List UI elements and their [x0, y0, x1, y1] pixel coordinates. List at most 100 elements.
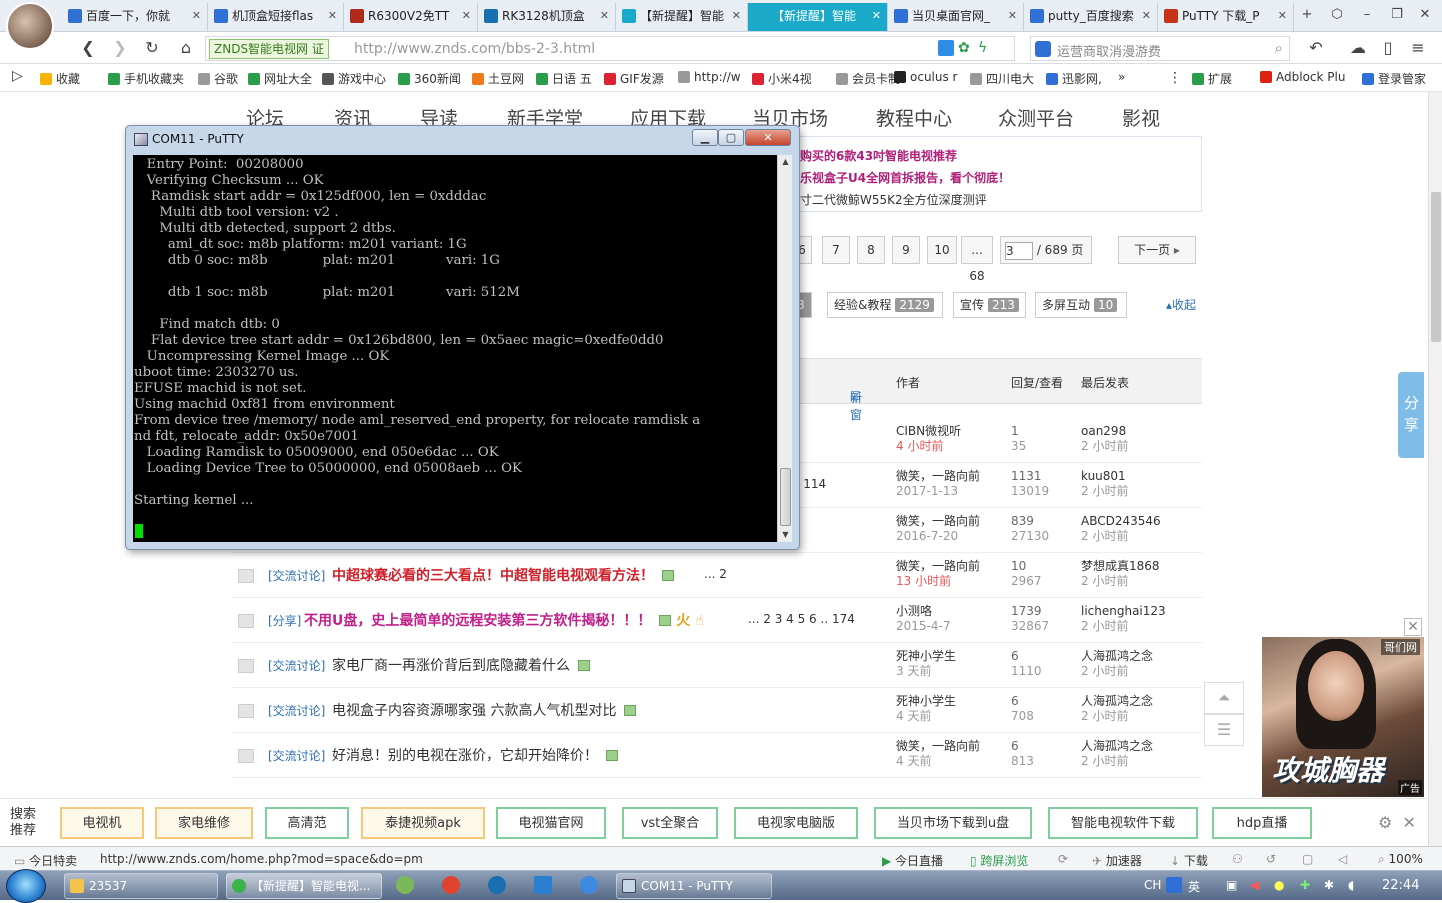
- start-button[interactable]: [6, 869, 46, 903]
- last-post-user[interactable]: oan298: [1081, 424, 1126, 438]
- bookmark-item[interactable]: 日语 五: [536, 70, 592, 87]
- tab-close-icon[interactable]: ✕: [600, 3, 609, 29]
- scroll-down-icon[interactable]: ▼: [778, 528, 793, 542]
- tab-close-icon[interactable]: ✕: [462, 3, 471, 29]
- last-post-user[interactable]: 人海孤鸿之念: [1081, 739, 1153, 753]
- bookmark-item[interactable]: 游戏中心: [322, 70, 386, 87]
- tab-6[interactable]: 【新提醒】智能 ✕: [748, 3, 888, 31]
- bookmark-item[interactable]: GIF发源: [604, 70, 664, 87]
- forward-icon[interactable]: ❯: [108, 36, 132, 60]
- bookmarks-more-icon[interactable]: »: [1118, 70, 1125, 84]
- history-icon[interactable]: ⟳: [1058, 852, 1068, 866]
- last-post-user[interactable]: 梦想成真1868: [1081, 559, 1160, 573]
- bookmark-item[interactable]: 小米4视: [752, 70, 812, 87]
- author-name[interactable]: 微笑，一路向前: [896, 739, 980, 753]
- tab-8[interactable]: putty_百度搜索 ✕: [1024, 3, 1158, 31]
- last-post-user[interactable]: lichenghai123: [1081, 604, 1166, 618]
- tray-volume-icon[interactable]: ◖: [1348, 878, 1354, 892]
- promo-link[interactable]: 寸二代微鲸W55K2全方位深度测评: [800, 191, 987, 208]
- bookmark-item[interactable]: 迅影网,: [1046, 70, 1102, 87]
- back-to-top-icon[interactable]: ⏶: [1204, 682, 1244, 714]
- author-name[interactable]: 微笑，一路向前: [896, 559, 980, 573]
- tab-close-icon[interactable]: ✕: [1008, 3, 1017, 29]
- thread-row[interactable]: [交流讨论] 好消息！别的电视在涨价，它却开始降价！ 微笑，一路向前 4 天前 6 813…: [232, 733, 1202, 778]
- thread-pages[interactable]: ... 2: [704, 567, 727, 581]
- tray-app-icon[interactable]: ✚: [1300, 878, 1310, 892]
- quicklaunch-store-icon[interactable]: [534, 876, 552, 894]
- putty-window[interactable]: COM11 - PuTTY ▁ ▢ ✕ Entry Point: 0020800…: [125, 125, 800, 550]
- undo-icon[interactable]: ↶: [1304, 36, 1328, 60]
- daily-deals-link[interactable]: ▭ 今日特卖: [14, 852, 77, 869]
- close-icon[interactable]: ✕: [1410, 4, 1440, 26]
- bookmark-item[interactable]: 谷歌: [198, 70, 238, 87]
- cloud-icon[interactable]: ☁: [1346, 36, 1370, 60]
- recommend-settings-icon[interactable]: ⚙: [1378, 813, 1392, 832]
- terminal-scrollbar[interactable]: ▲ ▼: [777, 155, 792, 542]
- recommend-item[interactable]: 当贝市场下载到u盘: [874, 807, 1032, 839]
- putty-minimize-icon[interactable]: ▁: [692, 129, 718, 146]
- window-icon[interactable]: ▢: [1302, 852, 1313, 866]
- bookmark-item[interactable]: 土豆网: [472, 70, 524, 87]
- last-post-user[interactable]: ABCD243546: [1081, 514, 1161, 528]
- sidebar-toggle-icon[interactable]: ▷: [12, 68, 23, 84]
- bookmark-item[interactable]: http://w: [678, 70, 741, 84]
- site-verified-badge[interactable]: ZNDS智能电视网 证: [209, 39, 329, 59]
- thread-title[interactable]: 好消息！别的电视在涨价，它却开始降价！: [332, 745, 618, 765]
- quicklaunch-player-icon[interactable]: [580, 876, 598, 894]
- tab-9[interactable]: PuTTY 下载_P ✕: [1158, 3, 1294, 31]
- adblock-button[interactable]: Adblock Plu: [1260, 70, 1345, 84]
- category-filter[interactable]: 宣传 213: [953, 292, 1026, 318]
- bookmark-item[interactable]: 手机收藏夹: [108, 70, 184, 87]
- recommend-item[interactable]: vst全聚合: [622, 807, 718, 839]
- home-icon[interactable]: ⌂: [174, 36, 198, 60]
- tab-5[interactable]: 【新提醒】智能 ✕: [616, 3, 748, 31]
- taskbar-item-folder[interactable]: 23537: [64, 873, 218, 899]
- tray-antivirus-icon[interactable]: ◀: [1250, 878, 1259, 892]
- tab-close-icon[interactable]: ✕: [732, 3, 741, 29]
- next-page-button[interactable]: 下一页 ▸: [1118, 236, 1196, 264]
- last-post-user[interactable]: 人海孤鸿之念: [1081, 694, 1153, 708]
- translate-icon[interactable]: [938, 40, 954, 56]
- recommend-item[interactable]: 电视家电脑版: [734, 807, 858, 839]
- search-icon[interactable]: ⌕: [1275, 39, 1283, 57]
- accelerator-link[interactable]: ✈ 加速器: [1092, 852, 1142, 869]
- tray-bluetooth-icon[interactable]: ✱: [1324, 878, 1334, 892]
- user-avatar[interactable]: [6, 2, 54, 50]
- thread-tag[interactable]: [交流讨论]: [268, 702, 325, 719]
- author-name[interactable]: 死神小学生: [896, 649, 956, 663]
- quicklaunch-k-icon[interactable]: [488, 876, 506, 894]
- scroll-up-icon[interactable]: ▲: [778, 155, 793, 169]
- putty-maximize-icon[interactable]: ▢: [718, 129, 744, 146]
- tab-7[interactable]: 当贝桌面官网_ ✕: [888, 3, 1024, 31]
- thread-row[interactable]: [分享] 不用U盘，史上最简单的远程安装第三方软件揭秘！！！ 火 ☝ ... 2 3…: [232, 598, 1202, 643]
- tab-close-icon[interactable]: ✕: [328, 3, 337, 29]
- security-icon[interactable]: ✿: [958, 40, 974, 56]
- bookmark-item[interactable]: 收藏: [40, 70, 80, 87]
- author-name[interactable]: 死神小学生: [896, 694, 956, 708]
- thread-title[interactable]: 中超球赛必看的三大看点！中超智能电视观看方法！: [332, 565, 674, 585]
- recommend-item[interactable]: 电视机: [60, 807, 144, 839]
- recommend-item[interactable]: 家电维修: [155, 807, 253, 839]
- collapse-link[interactable]: ▴收起: [1166, 296, 1196, 313]
- page-9-button[interactable]: 9: [892, 236, 920, 264]
- restore-icon[interactable]: ↺: [1266, 852, 1276, 866]
- tab-1[interactable]: 百度一下，你就 ✕: [62, 3, 208, 31]
- url-text[interactable]: http://www.znds.com/bbs-2-3.html: [354, 41, 595, 57]
- thread-row[interactable]: [交流讨论] 中超球赛必看的三大看点！中超智能电视观看方法！ ... 2 微笑，一路向…: [232, 553, 1202, 598]
- new-tab-button[interactable]: +: [1292, 4, 1322, 26]
- taskbar-item-browser[interactable]: 【新提醒】智能电视...: [226, 873, 382, 899]
- list-view-icon[interactable]: ☰: [1204, 714, 1244, 746]
- search-input[interactable]: 运营商取消漫游费: [1057, 41, 1161, 60]
- page-input[interactable]: 3: [1005, 241, 1033, 260]
- recommend-item[interactable]: hdp直播: [1212, 807, 1312, 839]
- search-box[interactable]: 运营商取消漫游费 ⌕: [1030, 36, 1290, 61]
- promo-link[interactable]: 购买的6款43吋智能电视推荐: [800, 147, 957, 164]
- thread-tag[interactable]: [交流讨论]: [268, 567, 325, 584]
- thread-tag[interactable]: [分享]: [268, 612, 301, 629]
- thread-title[interactable]: 电视盒子内容资源哪家强 六款高人气机型对比: [332, 700, 637, 720]
- tab-close-icon[interactable]: ✕: [872, 3, 881, 29]
- thread-tag[interactable]: [交流讨论]: [268, 747, 325, 764]
- bookmark-item[interactable]: 360新闻: [398, 70, 461, 87]
- refresh-icon[interactable]: ↻: [140, 36, 164, 60]
- putty-close-icon[interactable]: ✕: [745, 129, 791, 146]
